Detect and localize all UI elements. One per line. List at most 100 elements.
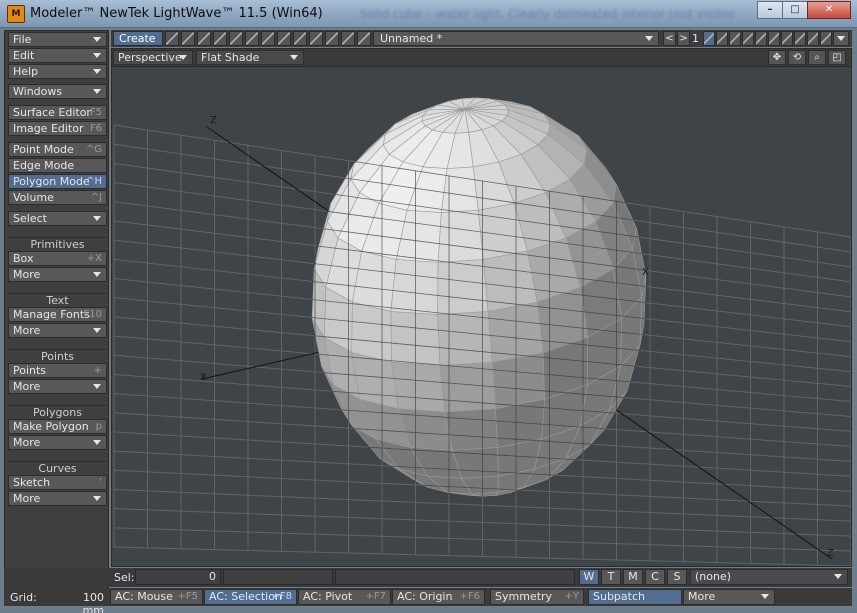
- chevron-down-icon: [837, 36, 845, 41]
- toolbar-tab[interactable]: [309, 31, 323, 46]
- help-menu[interactable]: Help: [8, 64, 107, 79]
- curves-more-menu[interactable]: More: [8, 491, 107, 506]
- prev-layer-button[interactable]: <: [663, 31, 676, 46]
- box-tool-button[interactable]: Box +X: [8, 251, 107, 266]
- toolbar-tab[interactable]: [197, 31, 211, 46]
- toolbar-tab[interactable]: [213, 31, 227, 46]
- status-bar: Sel: 0 W T M C S (none): [4, 568, 852, 587]
- t-layer-button[interactable]: T: [601, 569, 621, 585]
- document-name: Unnamed *: [380, 32, 443, 45]
- selection-count: 0: [135, 569, 221, 585]
- toolbar-tab[interactable]: [229, 31, 243, 46]
- layer-button[interactable]: [755, 31, 767, 46]
- move-view-icon[interactable]: ✥: [768, 50, 786, 65]
- s-layer-button[interactable]: S: [667, 569, 687, 585]
- image-editor-button[interactable]: Image Editor F6: [8, 121, 107, 136]
- shortcut-label: F6: [89, 123, 102, 134]
- shortcut-label: +F5: [177, 591, 199, 602]
- symmetry-button[interactable]: Symmetry +Y: [490, 589, 584, 605]
- surface-dropdown[interactable]: (none): [690, 569, 848, 585]
- subpatch-label: Subpatch: [593, 590, 645, 603]
- select-menu[interactable]: Select: [8, 211, 107, 226]
- m-layer-button[interactable]: M: [623, 569, 643, 585]
- zoom-view-icon[interactable]: ⌕: [808, 50, 826, 65]
- edge-mode-button[interactable]: Edge Mode: [8, 158, 107, 173]
- document-selector[interactable]: Unnamed *: [373, 31, 659, 46]
- polygons-more-menu[interactable]: More: [8, 435, 107, 450]
- ac-mouse-button[interactable]: AC: Mouse +F5: [110, 589, 203, 605]
- next-layer-button[interactable]: >: [677, 31, 690, 46]
- layer-button[interactable]: [781, 31, 793, 46]
- chevron-down-icon: [761, 594, 769, 599]
- layer-number: 1: [692, 32, 699, 45]
- shortcut-label: +X: [86, 253, 102, 264]
- maximize-view-icon[interactable]: ◰: [828, 50, 846, 65]
- chevron-down-icon: [93, 272, 101, 277]
- perspective-viewport[interactable]: Perspective Flat Shade ✥ ⟲ ⌕ ◰ Z X X Z: [111, 48, 852, 567]
- w-layer-button[interactable]: W: [579, 569, 599, 585]
- ac-mouse-label: AC: Mouse: [115, 590, 173, 603]
- select-menu-label: Select: [13, 212, 47, 225]
- primitives-more-menu[interactable]: More: [8, 267, 107, 282]
- point-mode-button[interactable]: Point Mode ^G: [8, 142, 107, 157]
- toolbar-tab[interactable]: [165, 31, 179, 46]
- points-more-menu[interactable]: More: [8, 379, 107, 394]
- layer-button[interactable]: [768, 31, 780, 46]
- edit-menu[interactable]: Edit: [8, 48, 107, 63]
- toolbar-tab[interactable]: [293, 31, 307, 46]
- ac-pivot-button[interactable]: AC: Pivot +F7: [298, 589, 391, 605]
- layer-button[interactable]: [716, 31, 728, 46]
- layer-button[interactable]: [807, 31, 819, 46]
- manage-fonts-button[interactable]: Manage Fonts F10: [8, 307, 107, 322]
- toolbar-tab[interactable]: [357, 31, 371, 46]
- more-menu[interactable]: More: [683, 589, 775, 605]
- rotate-view-icon[interactable]: ⟲: [788, 50, 806, 65]
- toolbar-tab[interactable]: [341, 31, 355, 46]
- tab-create[interactable]: Create: [113, 31, 163, 46]
- view-type-dropdown[interactable]: Perspective: [113, 50, 193, 65]
- text-more-menu[interactable]: More: [8, 323, 107, 338]
- toolbar-tab[interactable]: [277, 31, 291, 46]
- text-heading: Text: [8, 293, 107, 307]
- close-button[interactable]: ✕: [807, 1, 851, 19]
- toolbar-tab[interactable]: [245, 31, 259, 46]
- sketch-tool-button[interactable]: Sketch ': [8, 475, 107, 490]
- lightwave-app-icon[interactable]: M: [7, 5, 25, 23]
- ac-origin-button[interactable]: AC: Origin +F6: [392, 589, 485, 605]
- manage-fonts-label: Manage Fonts: [13, 308, 90, 321]
- file-menu[interactable]: File: [8, 32, 107, 47]
- x-axis-label-negative: X: [200, 372, 207, 383]
- layer-button[interactable]: [794, 31, 806, 46]
- points-tool-button[interactable]: Points +: [8, 363, 107, 378]
- volume-label: Volume: [13, 191, 54, 204]
- sphere-facet: [437, 311, 493, 366]
- windows-menu-label: Windows: [13, 85, 63, 98]
- volume-button[interactable]: Volume ^J: [8, 190, 107, 205]
- layer-button[interactable]: [820, 31, 832, 46]
- c-layer-button[interactable]: C: [645, 569, 665, 585]
- shortcut-label: p: [95, 421, 102, 432]
- toolbar-tab[interactable]: [181, 31, 195, 46]
- polygon-mode-button[interactable]: Polygon Mode ^H: [8, 174, 107, 189]
- layer-button[interactable]: [742, 31, 754, 46]
- scene-canvas[interactable]: Z X X Z: [112, 67, 851, 566]
- toolbar-tab[interactable]: [261, 31, 275, 46]
- maximize-button[interactable]: □: [782, 1, 808, 19]
- make-polygon-button[interactable]: Make Polygon p: [8, 419, 107, 434]
- tool-panel: File Edit Help Windows Surface Editor F5 …: [4, 30, 109, 592]
- surface-editor-button[interactable]: Surface Editor F5: [8, 105, 107, 120]
- layer-button[interactable]: [703, 31, 715, 46]
- chevron-down-icon: [93, 328, 101, 333]
- polygons-heading: Polygons: [8, 405, 107, 419]
- minimize-button[interactable]: –: [757, 1, 783, 19]
- z-axis-label: Z: [210, 115, 217, 126]
- windows-menu[interactable]: Windows: [8, 84, 107, 99]
- z-axis-label-negative: Z: [827, 548, 834, 559]
- shortcut-label: +F7: [365, 591, 387, 602]
- layer-menu-button[interactable]: [833, 31, 849, 46]
- layer-button[interactable]: [729, 31, 741, 46]
- subpatch-button[interactable]: Subpatch: [588, 589, 682, 605]
- shading-dropdown[interactable]: Flat Shade: [196, 50, 304, 65]
- ac-selection-button[interactable]: AC: Selection +F8: [204, 589, 297, 605]
- toolbar-tab[interactable]: [325, 31, 339, 46]
